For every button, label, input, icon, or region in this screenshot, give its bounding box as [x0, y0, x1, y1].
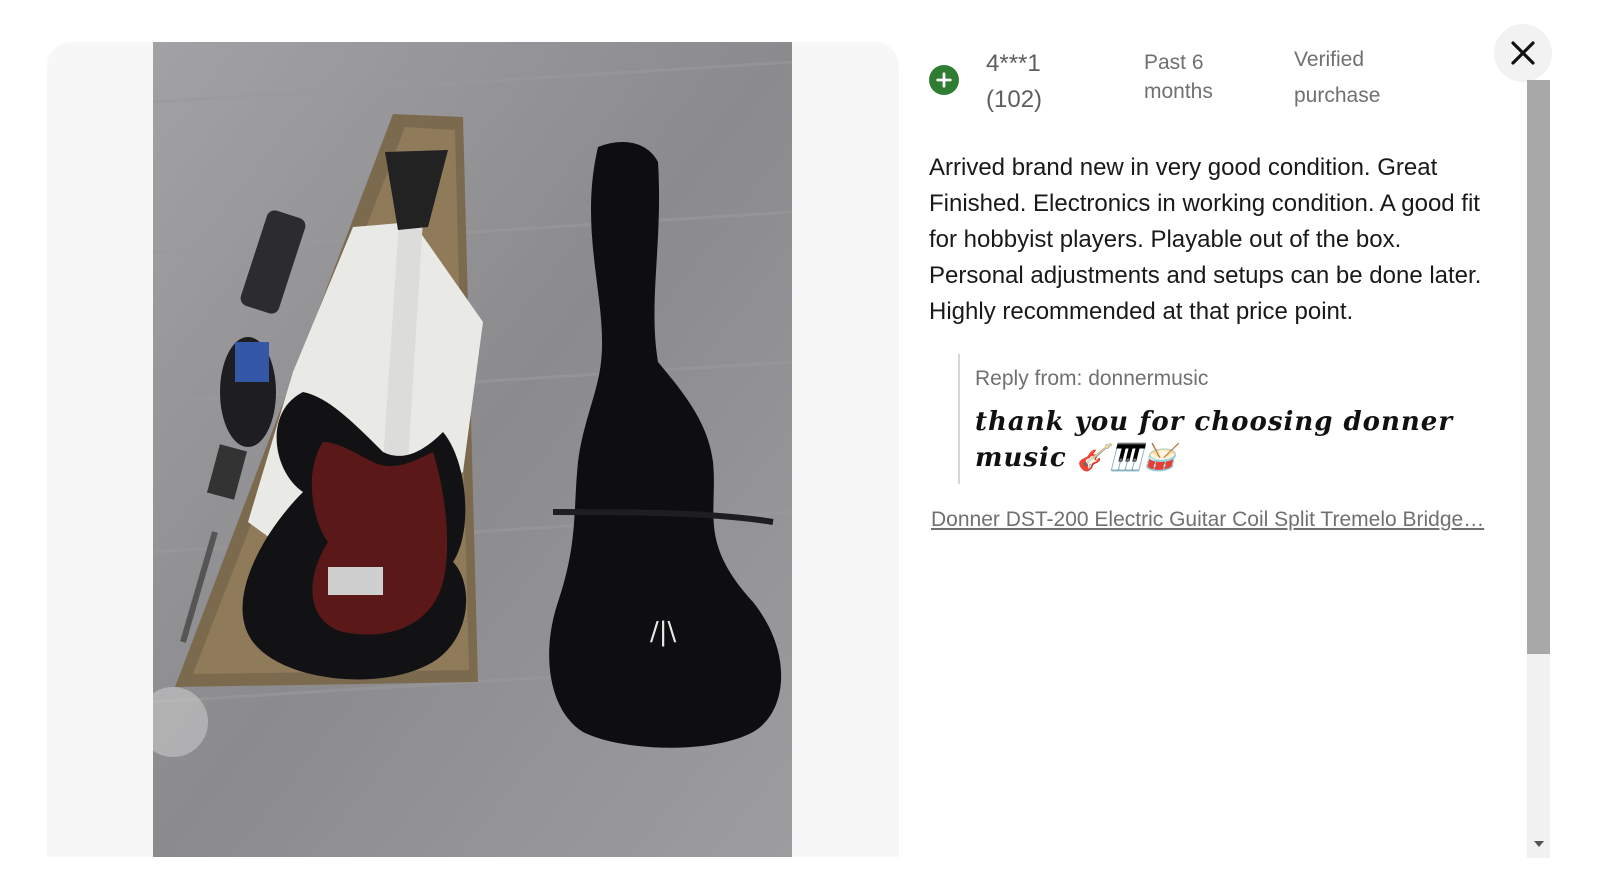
review-time: Past 6 months	[1144, 48, 1254, 106]
review-time-line2: months	[1144, 80, 1213, 103]
scrollbar[interactable]	[1527, 80, 1550, 858]
review-photo[interactable]: /|\	[153, 42, 792, 857]
reviewer-name: 4***1	[986, 50, 1041, 77]
verified-line1: Verified	[1294, 48, 1365, 71]
reviewer-review-count: (102)	[986, 86, 1043, 113]
review-details: 4***1 (102) Past 6 months Verified purch…	[929, 42, 1509, 531]
product-link[interactable]: Donner DST-200 Electric Guitar Coil Spli…	[931, 507, 1491, 533]
close-icon	[1511, 41, 1535, 65]
guitar-photo-illustration: /|\	[153, 42, 792, 857]
close-button[interactable]	[1494, 24, 1552, 82]
review-body: Arrived brand new in very good condition…	[929, 154, 1482, 325]
review-time-line1: Past 6	[1144, 51, 1204, 74]
scroll-down-button[interactable]	[1532, 839, 1546, 849]
reviewer-info: 4***1 (102)	[986, 46, 1126, 118]
scrollbar-thumb[interactable]	[1527, 80, 1550, 654]
reply-text: thank you for choosing donner music 🎸🎹🥁	[975, 407, 1454, 473]
review-header: 4***1 (102) Past 6 months Verified purch…	[929, 42, 1509, 122]
verified-line2: purchase	[1294, 84, 1381, 107]
svg-text:/|\: /|\	[650, 617, 677, 647]
caret-down-icon	[1534, 841, 1544, 847]
reviewer-avatar[interactable]	[929, 65, 959, 95]
verified-purchase-badge: Verified purchase	[1294, 42, 1444, 114]
plus-circle-icon	[936, 72, 952, 88]
seller-reply: Reply from: donnermusic thank you for ch…	[958, 354, 1498, 484]
review-image-panel: /|\	[47, 42, 899, 857]
reply-label: Reply from: donnermusic	[975, 367, 1209, 390]
